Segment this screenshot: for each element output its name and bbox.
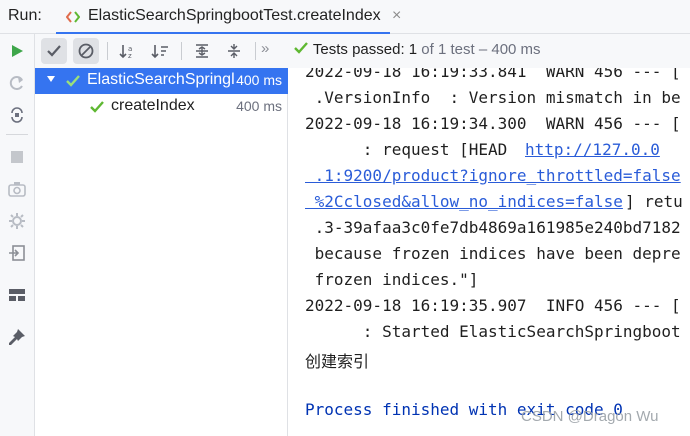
toolbar-separator [181,42,182,60]
screenshot-button[interactable] [6,178,28,200]
toolbar-separator [107,42,108,60]
tree-row-name: createIndex [111,97,195,114]
svg-text:z: z [128,52,132,59]
pin-icon [9,329,25,345]
console-line: frozen indices."] [305,270,479,289]
console-link[interactable]: http://127.0.0 [525,140,660,159]
show-ignored-button[interactable] [73,38,99,64]
run-label: Run: [8,7,42,24]
console-line: : Started ElasticSearchSpringboot [305,322,681,341]
toggle-auto-test-button[interactable] [6,104,28,126]
run-tool-window-header: Run: ElasticSearchSpringbootTest.createI… [0,0,690,35]
stop-button[interactable] [6,146,28,168]
test-status: Tests passed: 1 of 1 test – 400 ms [293,41,541,58]
status-summary: of 1 test – 400 ms [417,41,541,58]
rerun-failed-icon [9,76,23,90]
watermark: CSDN @Dragon Wu [521,408,659,425]
console-line: .VersionInfo : Version mismatch in be [305,88,681,107]
console-link[interactable]: %2Cclosed&allow_no_indices=false [305,192,623,211]
console-link[interactable]: .1:9200/product?ignore_throttled=false [305,166,681,185]
toolbar-separator [255,42,256,60]
chevron-down-icon[interactable] [45,73,57,85]
layout-button[interactable] [6,284,28,306]
layout-icon [9,289,25,301]
sort-by-duration-button[interactable] [147,38,173,64]
status-passed-label: Tests passed: [312,41,405,58]
tree-row-test-class[interactable]: ElasticSearchSpringl 400 ms [35,68,288,94]
rerun-button[interactable] [6,40,28,62]
stop-icon [11,151,23,163]
sort-duration-icon [151,45,168,59]
import-tests-button[interactable] [6,242,28,264]
debug-settings-icon [9,213,25,229]
passed-check-icon [90,101,104,113]
passed-check-icon [294,42,308,54]
console-line: : request [HEAD [305,140,517,159]
console-output[interactable]: 2022-09-18 16:19:33.841 WARN 456 --- [ .… [289,68,690,436]
console-line: 2022-09-18 16:19:35.907 INFO 456 --- [ [305,296,681,315]
console-line: because frozen indices have been depre [305,244,681,263]
tree-row-test-method[interactable]: createIndex 400 ms [35,94,288,120]
sort-alpha-icon: az [119,45,132,59]
sort-alphabetically-button[interactable]: az [115,38,141,64]
pin-button[interactable] [6,326,28,348]
show-passed-button[interactable] [41,38,67,64]
collapse-all-button[interactable] [221,38,247,64]
console-line: .3-39afaa3c0fe7db4869a161985e240bd7182 [305,218,681,237]
console-line: 2022-09-18 16:19:34.300 WARN 456 --- [ [305,114,681,133]
more-actions-icon[interactable]: » [261,40,269,57]
screenshot-icon [8,182,26,197]
passed-check-icon [66,75,80,87]
run-config-tab-title: ElasticSearchSpringbootTest.createIndex [88,7,381,24]
toolbar-divider [6,134,28,135]
debug-settings-button[interactable] [6,210,28,232]
test-config-icon [66,11,80,23]
left-toolbar [0,34,35,436]
expand-all-icon [196,44,208,58]
tree-row-name: ElasticSearchSpringl [87,71,235,88]
test-tree: ElasticSearchSpringl 400 ms createIndex … [35,68,288,436]
expand-all-button[interactable] [189,38,215,64]
console-line: 创建索引 [305,352,370,371]
rerun-failed-button[interactable] [6,72,28,94]
console-line: 2022-09-18 16:19:33.841 WARN 456 --- [ [305,68,681,81]
run-config-tab[interactable]: ElasticSearchSpringbootTest.createIndex … [56,0,401,35]
close-tab-icon[interactable]: × [392,7,401,25]
test-results-toolbar: az » Tests passed: 1 of 1 test – 400 ms [35,34,690,68]
checkmark-icon [47,45,61,57]
toggle-auto-test-icon [11,107,23,123]
ignored-icon [78,43,94,59]
status-passed-count: 1 [408,41,418,58]
console-line: ] retu [625,192,683,211]
tree-row-time: 400 ms [236,72,282,88]
tree-row-time: 400 ms [236,98,282,114]
import-tests-icon [9,245,25,261]
rerun-icon [12,45,23,57]
collapse-all-icon [228,44,240,58]
